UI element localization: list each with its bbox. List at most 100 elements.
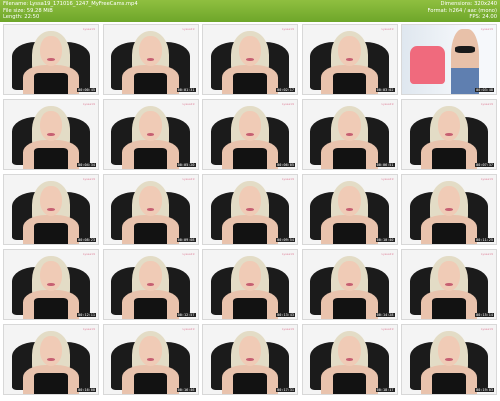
watermark-text: Lyssa19 bbox=[282, 102, 294, 106]
video-frame-thumbnail: Lyssa19 00:08:23 bbox=[3, 174, 99, 245]
watermark-text: Lyssa19 bbox=[182, 27, 195, 31]
lips bbox=[345, 58, 354, 61]
lips bbox=[246, 133, 254, 136]
watermark-text: Lyssa19 bbox=[282, 27, 294, 31]
lips bbox=[146, 283, 155, 286]
frame-timestamp: 00:09:08 bbox=[176, 238, 196, 242]
watermark-text: Lyssa19 bbox=[481, 252, 493, 256]
frame-timestamp: 00:16:00 bbox=[77, 388, 96, 392]
black-top bbox=[133, 373, 168, 394]
black-top bbox=[133, 298, 168, 319]
watermark-text: Lyssa19 bbox=[83, 177, 95, 181]
frame-timestamp: 00:15:14 bbox=[475, 313, 494, 317]
video-frame-thumbnail: Lyssa19 00:02:17 bbox=[202, 24, 298, 95]
face bbox=[338, 36, 361, 67]
watermark-text: Lyssa19 bbox=[282, 252, 294, 256]
watermark-text: Lyssa19 bbox=[83, 102, 95, 106]
frame-timestamp: 00:02:17 bbox=[276, 88, 295, 92]
black-top bbox=[332, 73, 367, 94]
video-frame-thumbnail: Lyssa19 00:07:37 bbox=[401, 99, 497, 170]
face bbox=[338, 261, 361, 292]
black-top bbox=[432, 148, 466, 169]
face bbox=[139, 36, 162, 67]
watermark-text: Lyssa19 bbox=[182, 177, 195, 181]
frame-timestamp: 00:16:46 bbox=[176, 388, 196, 392]
video-frame-thumbnail: Lyssa19 00:00:45 bbox=[3, 24, 99, 95]
frame-timestamp: 00:18:17 bbox=[375, 388, 395, 392]
watermark-text: Lyssa19 bbox=[481, 327, 493, 331]
video-frame-thumbnail: Lyssa19 00:17:31 bbox=[202, 324, 298, 395]
face bbox=[139, 186, 162, 217]
watermark-text: Lyssa19 bbox=[83, 252, 95, 256]
black-top bbox=[34, 298, 68, 319]
lips bbox=[47, 133, 55, 136]
face bbox=[139, 111, 162, 142]
thumbnail-grid: Lyssa19 00:00:45 Lyssa19 00:01:31 Lyssa19 00:… bbox=[3, 24, 497, 399]
face bbox=[338, 111, 361, 142]
black-top bbox=[133, 73, 168, 94]
lips bbox=[146, 208, 155, 211]
black-top bbox=[233, 148, 267, 169]
video-frame-thumbnail: Lyssa19 00:14:28 bbox=[301, 249, 398, 320]
length-text: Length: 22:50 bbox=[3, 14, 40, 21]
video-frame-thumbnail: Lyssa19 00:10:40 bbox=[301, 174, 398, 245]
frame-timestamp: 00:05:20 bbox=[176, 163, 196, 167]
lips bbox=[47, 358, 55, 361]
watermark-text: Lyssa19 bbox=[381, 27, 394, 31]
filename-text: Filename: Lyssa19_171016_1247_MyFreeCams… bbox=[3, 1, 138, 7]
watermark-text: Lyssa19 bbox=[83, 27, 95, 31]
lips bbox=[246, 283, 254, 286]
info-header: Filename: Lyssa19_171016_1247_MyFreeCams… bbox=[0, 0, 500, 22]
face bbox=[338, 186, 361, 217]
watermark-text: Lyssa19 bbox=[182, 102, 195, 106]
lips bbox=[445, 208, 453, 211]
frame-timestamp: 00:17:31 bbox=[276, 388, 295, 392]
frame-timestamp: 00:13:43 bbox=[276, 313, 295, 317]
black-top bbox=[332, 148, 367, 169]
frame-timestamp: 00:08:23 bbox=[77, 238, 96, 242]
frame-timestamp: 00:10:40 bbox=[375, 238, 395, 242]
video-frame-thumbnail: Lyssa19 00:13:43 bbox=[202, 249, 298, 320]
frame-timestamp: 00:06:51 bbox=[375, 163, 395, 167]
black-top bbox=[332, 223, 367, 244]
lips bbox=[445, 358, 453, 361]
video-frame-thumbnail: Lyssa19 00:09:54 bbox=[202, 174, 298, 245]
black-top bbox=[133, 148, 168, 169]
frame-timestamp: 00:09:54 bbox=[276, 238, 295, 242]
video-frame-thumbnail: Lyssa19 00:11:25 bbox=[401, 174, 497, 245]
black-top bbox=[332, 298, 367, 319]
face bbox=[139, 336, 162, 367]
frame-timestamp: 00:19:03 bbox=[475, 388, 494, 392]
lips bbox=[445, 283, 453, 286]
pink-garment bbox=[409, 45, 446, 84]
lips bbox=[445, 133, 453, 136]
video-frame-thumbnail: Lyssa19 00:04:34 bbox=[3, 99, 99, 170]
lips bbox=[345, 208, 354, 211]
watermark-text: Lyssa19 bbox=[481, 177, 493, 181]
lips bbox=[146, 358, 155, 361]
video-frame-thumbnail: Lyssa19 00:03:02 bbox=[301, 24, 398, 95]
frame-timestamp: 00:06:05 bbox=[276, 163, 295, 167]
watermark-text: Lyssa19 bbox=[182, 252, 195, 256]
frame-timestamp: 00:04:34 bbox=[77, 163, 96, 167]
lips bbox=[345, 358, 354, 361]
lips bbox=[146, 133, 155, 136]
black-top bbox=[233, 223, 267, 244]
file-info-left: Filename: Lyssa19_171016_1247_MyFreeCams… bbox=[3, 1, 138, 21]
file-info-right: Dimensions: 320x240 Format: h264 / aac (… bbox=[427, 1, 497, 21]
dimensions-text: Dimensions: 320x240 bbox=[440, 1, 497, 7]
video-frame-thumbnail: Lyssa19 00:05:20 bbox=[102, 99, 199, 170]
lips bbox=[345, 133, 354, 136]
black-top bbox=[233, 73, 267, 94]
video-frame-thumbnail: Lyssa19 00:12:57 bbox=[102, 249, 199, 320]
lips bbox=[47, 208, 55, 211]
black-top bbox=[34, 373, 68, 394]
frame-timestamp: 00:00:45 bbox=[77, 88, 96, 92]
video-frame-thumbnail: Lyssa19 00:15:14 bbox=[401, 249, 497, 320]
video-frame-thumbnail: Lyssa19 00:16:46 bbox=[102, 324, 199, 395]
face bbox=[139, 261, 162, 292]
video-frame-thumbnail: Lyssa19 00:01:31 bbox=[102, 24, 199, 95]
video-frame-thumbnail: Lyssa19 00:16:00 bbox=[3, 324, 99, 395]
watermark-text: Lyssa19 bbox=[182, 327, 195, 331]
watermark-text: Lyssa19 bbox=[83, 327, 95, 331]
